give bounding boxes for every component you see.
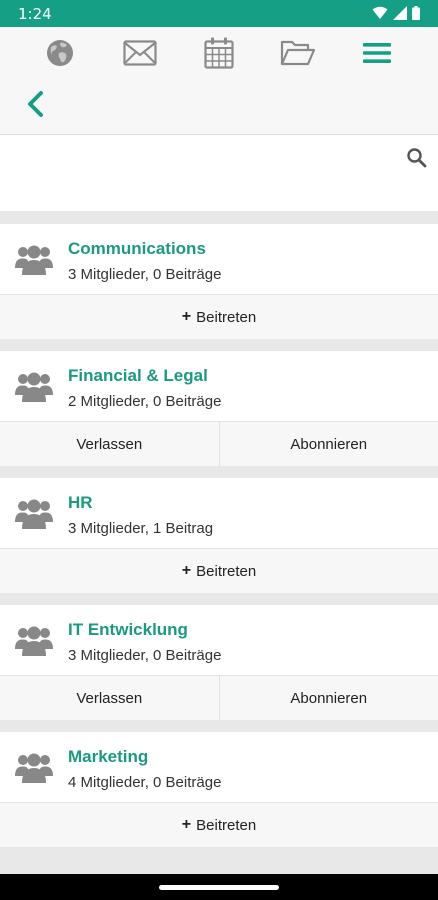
- status-time: 1:24: [18, 5, 52, 23]
- status-icons: [372, 6, 420, 20]
- group-name: HR: [68, 493, 93, 512]
- verlassen-button[interactable]: Verlassen: [0, 422, 219, 466]
- group-info[interactable]: Financial & Legal 2 Mitglieder, 0 Beiträ…: [0, 351, 438, 422]
- group-actions: Verlassen Abonnieren: [0, 676, 438, 720]
- group-icon: [15, 499, 53, 529]
- search-input[interactable]: [12, 143, 392, 183]
- action-label: Beitreten: [196, 816, 257, 834]
- nav-mail-button[interactable]: [122, 35, 158, 71]
- group-info[interactable]: HR 3 Mitglieder, 1 Beitrag: [0, 478, 438, 549]
- top-nav: [0, 27, 438, 81]
- group-icon: [15, 753, 53, 783]
- home-indicator[interactable]: [159, 885, 279, 890]
- globe-icon: [47, 40, 73, 66]
- group-actions: Verlassen Abonnieren: [0, 422, 438, 466]
- nav-calendar-button[interactable]: [201, 35, 237, 71]
- action-label: Beitreten: [196, 562, 257, 580]
- action-label: Abonnieren: [290, 689, 368, 707]
- group-meta: 2 Mitglieder, 0 Beiträge: [68, 393, 222, 410]
- abonnieren-button[interactable]: Abonnieren: [218, 422, 438, 466]
- system-nav-bar: [0, 874, 438, 900]
- plus-icon: +: [181, 816, 192, 833]
- plus-icon: +: [181, 562, 192, 579]
- group-icon: [15, 372, 53, 402]
- wifi-icon: [372, 6, 388, 19]
- back-button[interactable]: [20, 87, 50, 121]
- action-label: Verlassen: [76, 435, 143, 453]
- folder-icon: [280, 40, 316, 66]
- status-bar: 1:24: [0, 0, 438, 27]
- battery-icon: [412, 6, 420, 20]
- chevron-left-icon: [28, 91, 43, 117]
- beitreten-button[interactable]: + Beitreten: [0, 549, 438, 593]
- group-name: IT Entwicklung: [68, 620, 188, 639]
- group-actions: + Beitreten: [0, 295, 438, 339]
- action-label: Beitreten: [196, 308, 257, 326]
- menu-icon: [363, 43, 391, 63]
- calendar-icon: [204, 37, 234, 69]
- group-name: Marketing: [68, 747, 149, 766]
- verlassen-button[interactable]: Verlassen: [0, 676, 219, 720]
- group-actions: + Beitreten: [0, 803, 438, 847]
- nav-menu-button[interactable]: [359, 35, 395, 71]
- group-name: Financial & Legal: [68, 366, 208, 385]
- action-label: Abonnieren: [290, 435, 368, 453]
- beitreten-button[interactable]: + Beitreten: [0, 295, 438, 339]
- group-card: IT Entwicklung 3 Mitglieder, 0 Beiträge …: [0, 605, 438, 720]
- group-info[interactable]: IT Entwicklung 3 Mitglieder, 0 Beiträge: [0, 605, 438, 676]
- group-meta: 3 Mitglieder, 0 Beiträge: [68, 266, 222, 283]
- abonnieren-button[interactable]: Abonnieren: [218, 676, 438, 720]
- group-list: Communications 3 Mitglieder, 0 Beiträge …: [0, 224, 438, 859]
- group-card: HR 3 Mitglieder, 1 Beitrag + Beitreten: [0, 478, 438, 593]
- group-meta: 4 Mitglieder, 0 Beiträge: [68, 774, 222, 791]
- group-info[interactable]: Marketing 4 Mitglieder, 0 Beiträge: [0, 732, 438, 803]
- group-card: Financial & Legal 2 Mitglieder, 0 Beiträ…: [0, 351, 438, 466]
- group-meta: 3 Mitglieder, 0 Beiträge: [68, 647, 222, 664]
- action-label: Verlassen: [76, 689, 143, 707]
- beitreten-button[interactable]: + Beitreten: [0, 803, 438, 847]
- back-row: [0, 81, 438, 135]
- group-name: Communications: [68, 239, 206, 258]
- group-actions: + Beitreten: [0, 549, 438, 593]
- plus-icon: +: [181, 308, 192, 325]
- nav-globe-button[interactable]: [42, 35, 78, 71]
- group-card: Marketing 4 Mitglieder, 0 Beiträge + Beit…: [0, 732, 438, 847]
- group-icon: [15, 626, 53, 656]
- mail-icon: [123, 40, 157, 66]
- search-icon[interactable]: [406, 147, 428, 169]
- nav-folder-button[interactable]: [280, 35, 316, 71]
- group-meta: 3 Mitglieder, 1 Beitrag: [68, 520, 214, 537]
- search-area: [0, 135, 438, 211]
- group-icon: [15, 245, 53, 275]
- cell-signal-icon: [393, 6, 407, 20]
- group-card: Communications 3 Mitglieder, 0 Beiträge …: [0, 224, 438, 339]
- group-info[interactable]: Communications 3 Mitglieder, 0 Beiträge: [0, 224, 438, 295]
